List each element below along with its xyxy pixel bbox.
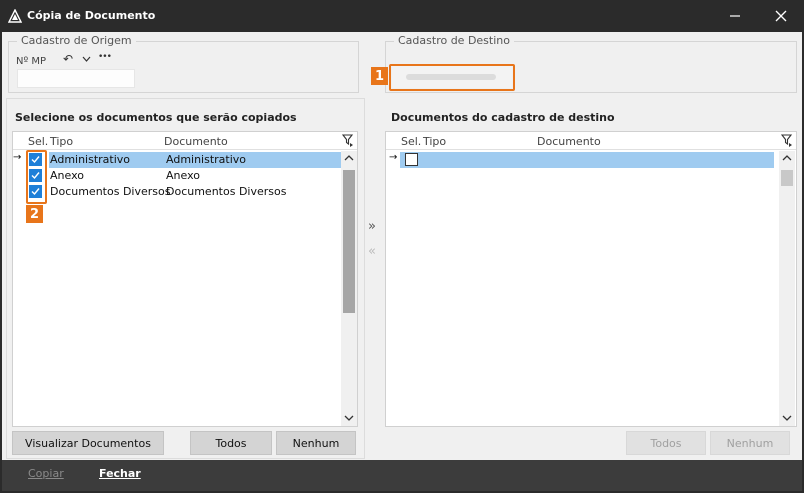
row-documento: Administrativo (166, 153, 247, 166)
grid-header: Sel. Tipo Documento (13, 132, 357, 150)
visualizar-documentos-button[interactable]: Visualizar Documentos (12, 431, 164, 455)
copiar-button[interactable]: Copiar (28, 467, 64, 480)
close-icon (775, 10, 787, 22)
footer-bar: Copiar Fechar (2, 460, 802, 491)
annotation-highlight-1 (389, 64, 515, 91)
app-logo-icon (8, 9, 22, 23)
table-row[interactable]: → Administrativo Administrativo (13, 152, 341, 168)
scrollbar-thumb[interactable] (781, 170, 793, 186)
col-tipo[interactable]: Tipo (50, 135, 73, 148)
scroll-down-icon[interactable] (344, 414, 354, 422)
col-documento[interactable]: Documento (537, 135, 601, 148)
origem-groupbox: Cadastro de Origem Nº MP ↶ ••• (8, 34, 359, 93)
copy-document-window: Cópia de Documento Cadastro de Origem Nº… (0, 0, 804, 493)
move-right-button[interactable]: » (365, 219, 379, 234)
window-title: Cópia de Documento (27, 9, 156, 22)
scroll-down-icon[interactable] (782, 414, 792, 422)
table-row[interactable]: Anexo Anexo (13, 168, 341, 184)
undo-icon[interactable]: ↶ (63, 52, 73, 66)
title-bar: Cópia de Documento (0, 0, 804, 32)
row-documento: Documentos Diversos (166, 185, 287, 198)
mp-number-field[interactable] (17, 69, 135, 88)
table-row[interactable]: → (386, 152, 780, 168)
filter-icon[interactable] (342, 134, 354, 147)
current-row-arrow-icon: → (13, 152, 22, 163)
vertical-scrollbar[interactable] (779, 151, 795, 426)
minimize-icon (730, 15, 740, 17)
right-panel-title: Documentos do cadastro de destino (391, 111, 615, 124)
nenhum-left-button[interactable]: Nenhum (276, 431, 356, 455)
current-row-arrow-icon: → (389, 152, 398, 163)
col-sel[interactable]: Sel. (401, 135, 421, 148)
grid-header: Sel. Tipo Documento (386, 132, 796, 150)
row-tipo: Anexo (50, 169, 84, 182)
close-button[interactable] (758, 0, 804, 32)
scroll-up-icon[interactable] (782, 154, 792, 162)
col-sel[interactable]: Sel. (28, 135, 48, 148)
col-tipo[interactable]: Tipo (423, 135, 446, 148)
minimize-button[interactable] (712, 0, 758, 32)
row-tipo: Documentos Diversos (50, 185, 171, 198)
origem-legend: Cadastro de Origem (17, 34, 136, 47)
nenhum-right-button[interactable]: Nenhum (710, 431, 790, 455)
filter-icon[interactable] (781, 134, 793, 147)
source-documents-grid: Sel. Tipo Documento → Administrativo Adm… (12, 131, 358, 427)
annotation-highlight-2 (26, 150, 47, 204)
more-options-button[interactable]: ••• (98, 52, 112, 62)
vertical-scrollbar[interactable] (341, 151, 357, 426)
mp-label: Nº MP (16, 56, 47, 67)
chevron-down-icon[interactable] (82, 56, 91, 62)
row-tipo: Administrativo (50, 153, 131, 166)
col-documento[interactable]: Documento (164, 135, 228, 148)
todos-right-button[interactable]: Todos (626, 431, 706, 455)
row-documento: Anexo (166, 169, 200, 182)
row-selection (400, 152, 774, 168)
row-checkbox[interactable] (405, 153, 418, 166)
dialog-body: Cadastro de Origem Nº MP ↶ ••• Cadastro … (2, 32, 802, 460)
fechar-button[interactable]: Fechar (99, 467, 141, 480)
annotation-badge-1: 1 (371, 67, 388, 85)
annotation-badge-2: 2 (26, 205, 43, 223)
todos-left-button[interactable]: Todos (190, 431, 272, 455)
destino-legend: Cadastro de Destino (394, 34, 514, 47)
table-row[interactable]: Documentos Diversos Documentos Diversos (13, 184, 341, 200)
scrollbar-thumb[interactable] (343, 170, 355, 313)
move-left-button[interactable]: « (365, 244, 379, 259)
destination-documents-grid: Sel. Tipo Documento → (385, 131, 797, 427)
scroll-up-icon[interactable] (344, 154, 354, 162)
left-panel-title: Selecione os documentos que serão copiad… (15, 111, 297, 124)
